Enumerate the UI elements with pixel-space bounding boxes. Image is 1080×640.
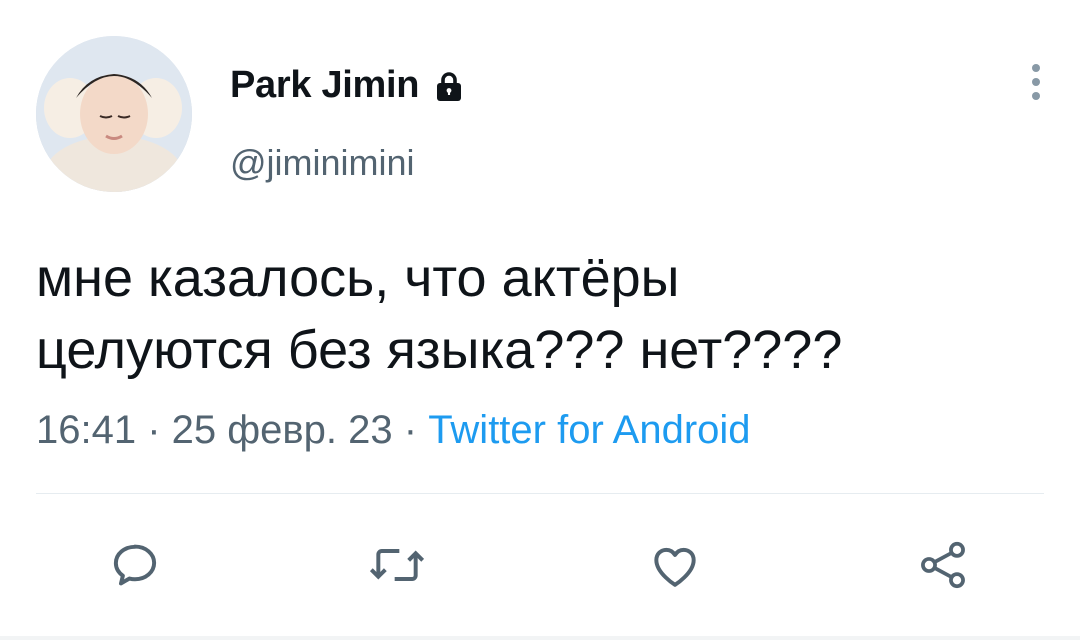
tweet-source-link[interactable]: Twitter for Android [428,408,750,452]
tweet-text: мне казалось, что актёры целуются без яз… [36,248,843,380]
divider [36,493,1044,494]
tweet-meta: 16:41 · 25 февр. 23 · Twitter for Androi… [36,408,751,453]
share-button[interactable] [908,532,978,602]
like-button[interactable] [640,532,710,602]
tweet-time: 16:41 [36,408,137,452]
tweet-date: 25 февр. 23 [171,408,393,452]
more-options-icon[interactable] [1024,58,1048,106]
heart-icon [646,537,704,598]
retweet-icon [366,537,428,598]
author-display-name[interactable]: Park Jimin [230,64,420,107]
reply-button[interactable] [100,532,170,602]
lock-icon [431,68,467,104]
retweet-button[interactable] [362,532,432,602]
meta-separator: · [136,408,172,452]
bottom-border [0,636,1080,640]
avatar-image [36,36,192,192]
author-name-row[interactable]: Park Jimin [230,64,467,107]
reply-icon [107,537,163,598]
meta-separator: · [392,408,429,452]
author-handle[interactable]: @jiminimini [230,142,415,184]
share-icon [915,537,971,598]
avatar[interactable] [36,36,192,192]
tweet-actions [0,532,1080,602]
